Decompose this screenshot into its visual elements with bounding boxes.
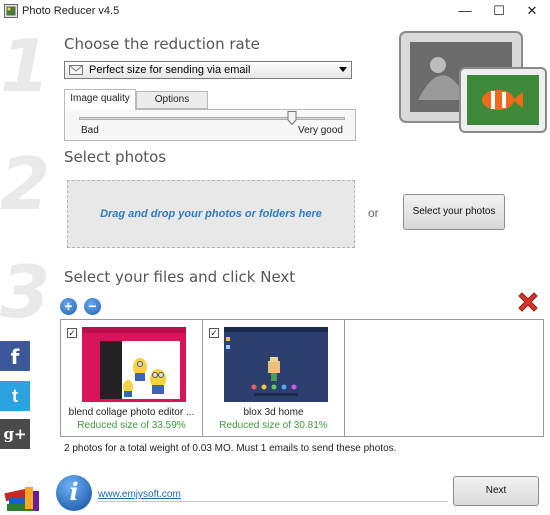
website-link[interactable]: www.emjysoft.com [98, 489, 181, 500]
step3-heading: Select your files and click Next [64, 268, 296, 286]
facebook-share-button[interactable]: f [0, 341, 30, 371]
window-title: Photo Reducer v4.5 [22, 5, 120, 17]
step-number-2: 2 [0, 142, 51, 226]
step-number-1: 1 [0, 24, 51, 108]
drop-zone-text: Drag and drop your photos or folders her… [100, 208, 322, 220]
tab-image-quality[interactable]: Image quality [64, 89, 136, 110]
envelope-icon [69, 65, 83, 75]
add-photo-button[interactable]: + [60, 298, 77, 315]
step-number-3: 3 [0, 250, 51, 334]
info-icon[interactable]: i [56, 475, 92, 511]
googleplus-share-button[interactable]: g+ [0, 419, 30, 449]
file-reduction: Reduced size of 30.81% [219, 420, 328, 431]
title-bar: Photo Reducer v4.5 — ☐ ✕ [0, 0, 550, 22]
twitter-icon: t [12, 386, 18, 406]
file-thumbnail [224, 327, 328, 402]
file-list: ✓ blend collage photo editor ... Reduced… [60, 319, 544, 437]
chevron-down-icon [339, 67, 347, 72]
googleplus-icon: g+ [3, 425, 27, 443]
file-checkbox[interactable]: ✓ [209, 328, 219, 338]
file-thumbnail [82, 327, 186, 402]
step1-heading: Choose the reduction rate [64, 35, 260, 53]
photo-drop-zone[interactable]: Drag and drop your photos or folders her… [67, 180, 355, 248]
file-checkbox[interactable]: ✓ [67, 328, 77, 338]
slider-min-label: Bad [81, 125, 99, 136]
file-reduction: Reduced size of 33.59% [77, 420, 186, 431]
select-photos-button[interactable]: Select your photos [403, 194, 505, 230]
file-item[interactable]: ✓ blend collage photo editor ... Reduced… [61, 320, 203, 436]
next-button[interactable]: Next [453, 476, 539, 506]
quality-panel: Bad Very good [64, 109, 356, 141]
facebook-icon: f [10, 345, 20, 369]
app-icon [4, 4, 18, 18]
books-logo-icon [4, 487, 39, 511]
photo-frames-illustration [399, 31, 547, 133]
clear-all-icon[interactable] [515, 289, 541, 315]
file-name: blox 3d home [243, 407, 304, 418]
remove-photo-button[interactable]: − [84, 298, 101, 315]
maximize-button[interactable]: ☐ [481, 0, 517, 22]
tab-options[interactable]: Options [136, 91, 208, 109]
or-label: or [368, 206, 379, 220]
selection-summary: 2 photos for a total weight of 0.03 MO. … [64, 443, 397, 454]
minimize-button[interactable]: — [447, 0, 483, 22]
close-button[interactable]: ✕ [514, 0, 550, 22]
preset-value: Perfect size for sending via email [89, 64, 251, 76]
reduction-preset-select[interactable]: Perfect size for sending via email [64, 61, 352, 79]
footer-divider [98, 501, 448, 502]
quality-slider-thumb[interactable] [287, 111, 297, 125]
file-item[interactable]: ✓ blox 3d home Reduced size of 30.81% [203, 320, 345, 436]
twitter-share-button[interactable]: t [0, 381, 30, 411]
step2-heading: Select photos [64, 148, 167, 166]
slider-max-label: Very good [297, 125, 343, 136]
file-name: blend collage photo editor ... [68, 407, 195, 418]
quality-slider-track[interactable] [79, 117, 345, 120]
